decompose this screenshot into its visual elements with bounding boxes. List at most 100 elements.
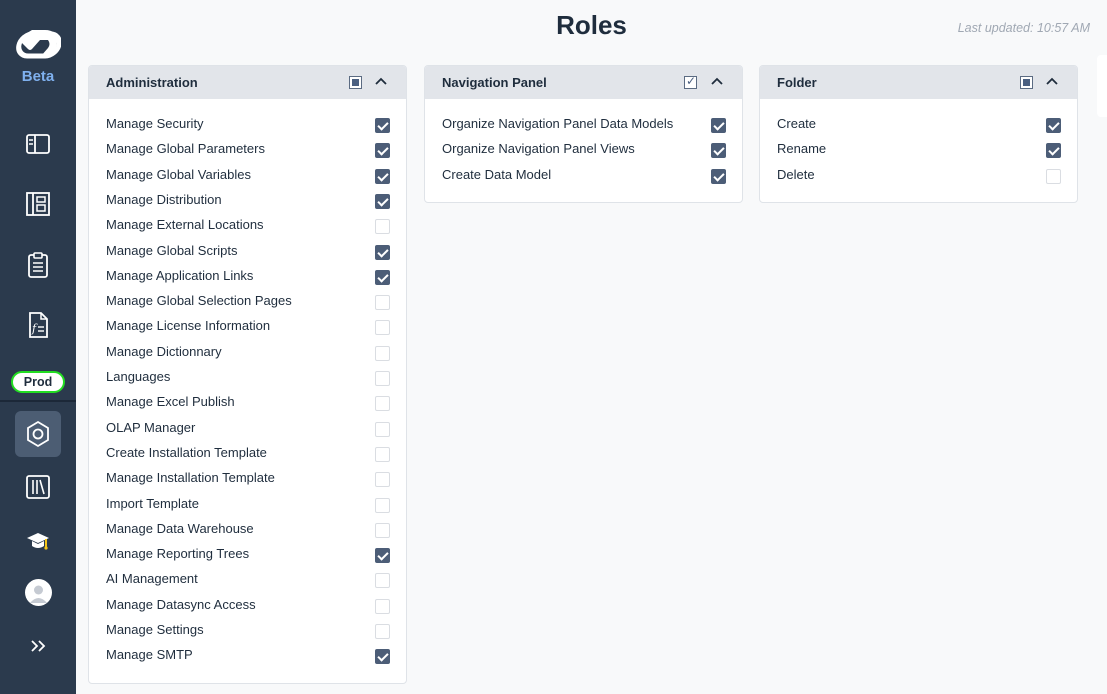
permission-label: Manage Security <box>106 116 204 131</box>
permission-row: AI Management <box>106 569 390 589</box>
permission-checkbox[interactable] <box>375 447 390 462</box>
permission-row: Manage Data Warehouse <box>106 519 390 539</box>
permission-checkbox[interactable] <box>375 219 390 234</box>
panel-header: Folder <box>760 66 1077 99</box>
permission-row: Organize Navigation Panel Views <box>442 139 726 159</box>
permission-label: Manage Application Links <box>106 268 254 283</box>
permission-label: Create <box>777 116 817 131</box>
permission-checkbox[interactable] <box>375 320 390 335</box>
panel-folder: Folder Create Rename Delete <box>759 65 1078 203</box>
last-updated-text: Last updated: 10:57 AM <box>957 21 1090 35</box>
select-all-checkbox[interactable] <box>684 74 697 89</box>
permission-checkbox[interactable] <box>375 422 390 437</box>
permission-checkbox[interactable] <box>711 169 726 184</box>
permission-label: Organize Navigation Panel Data Models <box>442 116 674 131</box>
clipboard-icon[interactable] <box>22 249 54 281</box>
graduation-cap-icon[interactable] <box>22 525 54 557</box>
panel-navigation-panel: Navigation Panel Organize Navigation Pan… <box>424 65 743 203</box>
permission-checkbox[interactable] <box>711 118 726 133</box>
permission-checkbox[interactable] <box>375 573 390 588</box>
permission-checkbox[interactable] <box>375 523 390 538</box>
permission-label: AI Management <box>106 571 198 586</box>
sidebar-divider <box>0 400 76 402</box>
sidebar-panel-icon[interactable] <box>22 128 54 160</box>
permission-row: Import Template <box>106 494 390 514</box>
permission-label: Manage Reporting Trees <box>106 546 250 561</box>
select-all-checkbox[interactable] <box>349 76 362 89</box>
permission-checkbox[interactable] <box>375 169 390 184</box>
permission-checkbox[interactable] <box>375 346 390 361</box>
permission-label: Import Template <box>106 496 199 511</box>
panel-header: Administration <box>89 66 406 99</box>
formula-doc-icon[interactable]: f <box>22 309 54 341</box>
permission-row: Languages <box>106 367 390 387</box>
permission-row: Manage Installation Template <box>106 468 390 488</box>
permission-row: Rename <box>777 139 1061 159</box>
page-title: Roles <box>556 10 627 40</box>
permission-row: Manage Global Scripts <box>106 241 390 261</box>
permission-row: Manage External Locations <box>106 215 390 235</box>
collapse-chevron-up-icon[interactable] <box>1043 73 1061 91</box>
permission-checkbox[interactable] <box>375 270 390 285</box>
collapse-chevron-up-icon[interactable] <box>708 73 726 91</box>
permission-label: Manage Datasync Access <box>106 597 256 612</box>
permission-checkbox[interactable] <box>1046 169 1061 184</box>
svg-text:f: f <box>31 322 38 335</box>
permission-checkbox[interactable] <box>375 472 390 487</box>
permission-checkbox[interactable] <box>375 371 390 386</box>
permission-checkbox[interactable] <box>375 396 390 411</box>
permission-checkbox[interactable] <box>375 498 390 513</box>
select-all-checkbox[interactable] <box>1020 76 1033 89</box>
environment-badge[interactable]: Prod <box>11 371 65 393</box>
permission-row: Manage Global Variables <box>106 165 390 185</box>
panel-title: Navigation Panel <box>442 75 547 90</box>
permission-row: Manage Settings <box>106 620 390 640</box>
permission-label: Manage Installation Template <box>106 470 275 485</box>
permission-checkbox[interactable] <box>375 295 390 310</box>
permission-row: Create <box>777 114 1061 134</box>
permission-label: Manage Settings <box>106 622 204 637</box>
permission-label: Organize Navigation Panel Views <box>442 141 635 156</box>
beta-label: Beta <box>21 68 55 85</box>
permission-checkbox[interactable] <box>1046 143 1061 158</box>
permission-row: Manage License Information <box>106 316 390 336</box>
permission-checkbox[interactable] <box>375 548 390 563</box>
permission-row: Manage Security <box>106 114 390 134</box>
permission-checkbox[interactable] <box>1046 118 1061 133</box>
library-icon[interactable] <box>22 471 54 503</box>
permission-row: Create Installation Template <box>106 443 390 463</box>
permission-checkbox[interactable] <box>375 624 390 639</box>
permission-row: Manage Global Selection Pages <box>106 291 390 311</box>
permission-label: Languages <box>106 369 171 384</box>
sidebar: Beta f Prod <box>0 0 76 694</box>
permission-label: Manage Distribution <box>106 192 222 207</box>
collapse-chevron-up-icon[interactable] <box>372 73 390 91</box>
permission-label: Manage Excel Publish <box>106 394 235 409</box>
user-avatar-icon[interactable] <box>25 579 52 606</box>
permission-row: Manage Global Parameters <box>106 139 390 159</box>
permission-label: Manage Global Variables <box>106 167 252 182</box>
offscreen-panel-edge <box>1097 55 1107 117</box>
permission-row: Manage Dictionnary <box>106 342 390 362</box>
panel-administration: Administration Manage Security Manage Glo… <box>88 65 407 684</box>
permission-row: Delete <box>777 165 1061 185</box>
permission-label: Rename <box>777 141 827 156</box>
dashboard-icon[interactable] <box>22 188 54 220</box>
permission-checkbox[interactable] <box>375 649 390 664</box>
permission-checkbox[interactable] <box>375 599 390 614</box>
permission-checkbox[interactable] <box>375 143 390 158</box>
permission-checkbox[interactable] <box>711 143 726 158</box>
permission-row: Manage Reporting Trees <box>106 544 390 564</box>
panel-title: Folder <box>777 75 817 90</box>
permission-checkbox[interactable] <box>375 118 390 133</box>
settings-hexagon-icon[interactable] <box>15 411 61 457</box>
permission-checkbox[interactable] <box>375 194 390 209</box>
permission-row: Manage SMTP <box>106 645 390 665</box>
permission-label: Delete <box>777 167 815 182</box>
app-logo[interactable] <box>15 26 61 60</box>
permission-checkbox[interactable] <box>375 245 390 260</box>
permission-label: Manage Global Scripts <box>106 243 238 258</box>
permission-label: Create Installation Template <box>106 445 267 460</box>
expand-chevrons-icon[interactable] <box>22 630 54 662</box>
permission-label: Manage Global Selection Pages <box>106 293 292 308</box>
